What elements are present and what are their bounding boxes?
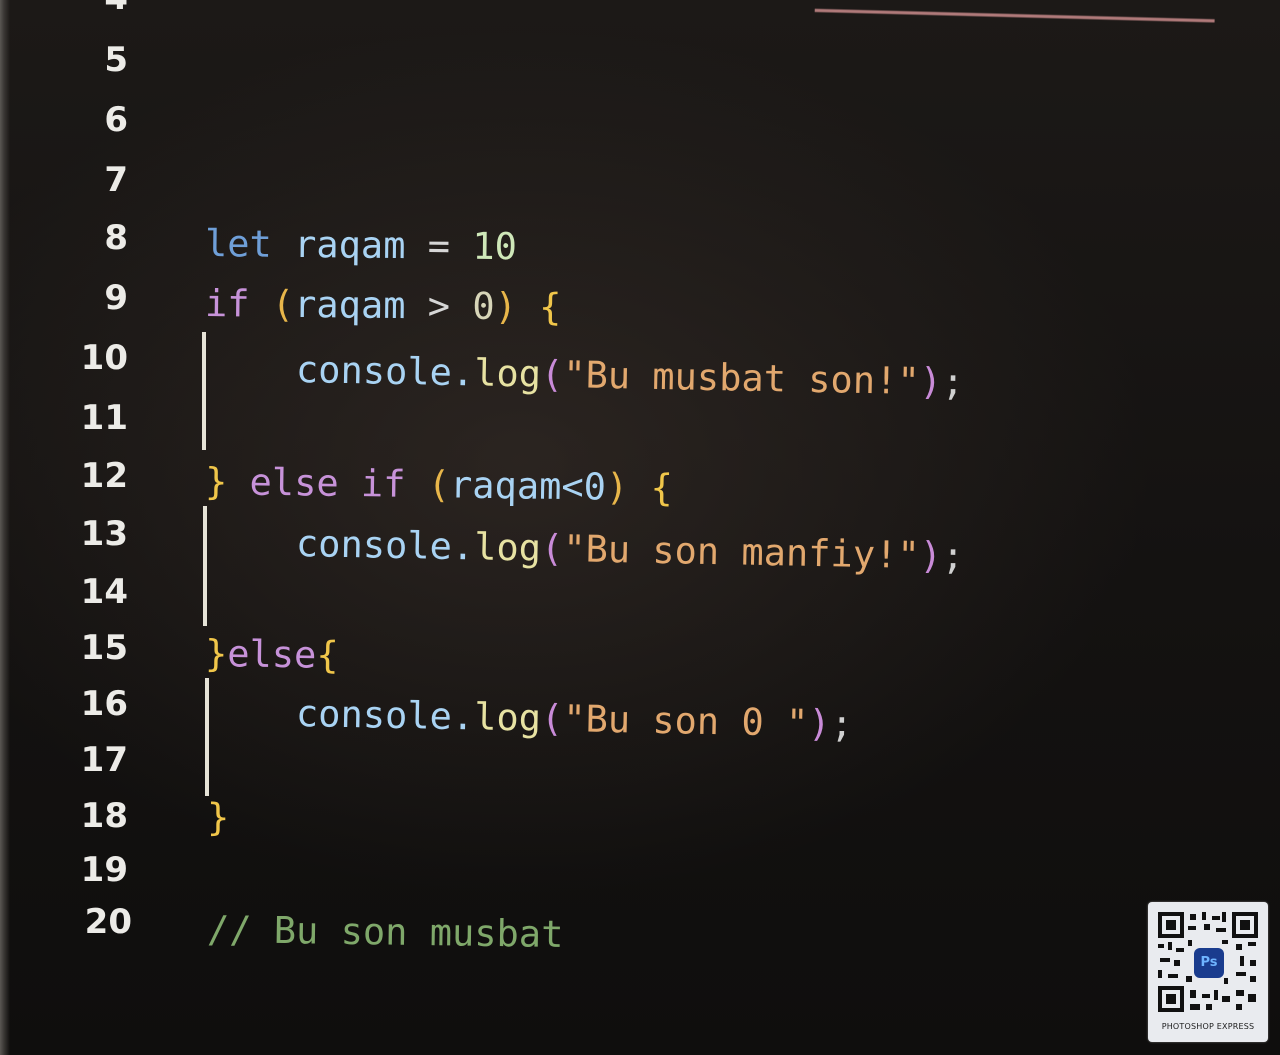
line-number: 10 [80,338,128,378]
close-brace: } [207,796,230,839]
close-paren: ) [919,533,943,578]
photo-of-code-editor: 4 5 6 7 8 9 10 11 12 13 14 15 16 17 18 1… [0,0,1280,1055]
line-number: 9 [104,278,128,318]
line-number: 11 [80,398,128,438]
close-paren: ) [605,465,629,509]
code-line-16: console.log("Bu son 0 "); [296,692,854,747]
line-number: 13 [80,514,128,554]
open-brace: { [316,633,339,677]
close-brace: } [204,632,228,676]
close-paren: ) [807,701,831,746]
indent-guide [203,506,207,626]
open-paren: ( [427,463,451,507]
string-literal: "Bu son 0 " [562,697,809,745]
line-number: 6 [104,100,128,140]
console-object: console. [295,692,475,739]
line-number: 16 [80,684,128,724]
line-number: 12 [80,456,128,496]
line-number: 20 [84,902,132,942]
semicolon: ; [830,702,854,746]
line-number: 4 [68,0,128,18]
keyword-else: else [226,632,317,677]
log-function: log [473,525,542,570]
open-paren: ( [540,696,564,741]
keyword-let: let [204,222,273,266]
string-literal: "Bu musbat son!" [562,353,921,403]
number-literal: 10 [472,224,518,269]
open-paren: ( [540,526,564,571]
open-paren: ( [540,352,564,397]
indent-guide [205,678,209,796]
editor-top-border [814,0,1215,27]
open-paren: ( [271,282,295,326]
close-brace: } [204,460,228,504]
photoshop-logo-icon: Ps [1194,948,1224,978]
line-number: 15 [80,628,128,668]
log-function: log [473,695,542,740]
line-number: 19 [80,850,128,890]
line-number: 5 [104,40,128,80]
code-line-12: } else if (raqam<0) { [205,460,673,511]
console-object: console. [295,348,475,395]
photoshop-express-watermark: Ps PHOTOSHOP EXPRESS [1148,902,1268,1042]
code-line-9: if (raqam > 0) { [205,282,562,330]
code-comment: // Bu son musbat [206,908,564,956]
keyword-else-if: else if [249,460,406,506]
log-function: log [473,351,542,396]
operator: = [427,224,451,268]
line-number: 14 [80,572,128,612]
semicolon: ; [941,360,965,404]
variable-name: raqam [293,282,406,328]
line-number: 8 [104,218,128,258]
open-brace: { [650,466,674,510]
code-line-8: let raqam = 10 [205,222,517,269]
line-number: 17 [80,740,128,780]
code-line-20: // Bu son musbat [207,908,564,957]
semicolon: ; [941,534,965,578]
code-line-15: }else{ [205,632,339,678]
code-line-18: } [207,796,229,840]
condition-expression: raqam<0 [449,463,607,509]
string-literal: "Bu son manfiy!" [562,527,921,577]
variable-name: raqam [293,222,406,268]
close-paren: ) [494,285,518,329]
keyword-if: if [204,282,250,326]
watermark-label: PHOTOSHOP EXPRESS [1161,1022,1255,1031]
code-line-13: console.log("Bu son manfiy!"); [296,522,965,579]
close-paren: ) [919,359,943,404]
code-line-10: console.log("Bu musbat son!"); [296,348,965,405]
monitor-left-bezel [0,0,10,1055]
open-brace: { [538,285,562,329]
operator: > [427,284,451,328]
line-number: 7 [104,160,128,200]
indent-guide [202,332,206,450]
console-object: console. [295,522,475,569]
number-literal: 0 [472,284,495,329]
line-number: 18 [80,796,128,836]
